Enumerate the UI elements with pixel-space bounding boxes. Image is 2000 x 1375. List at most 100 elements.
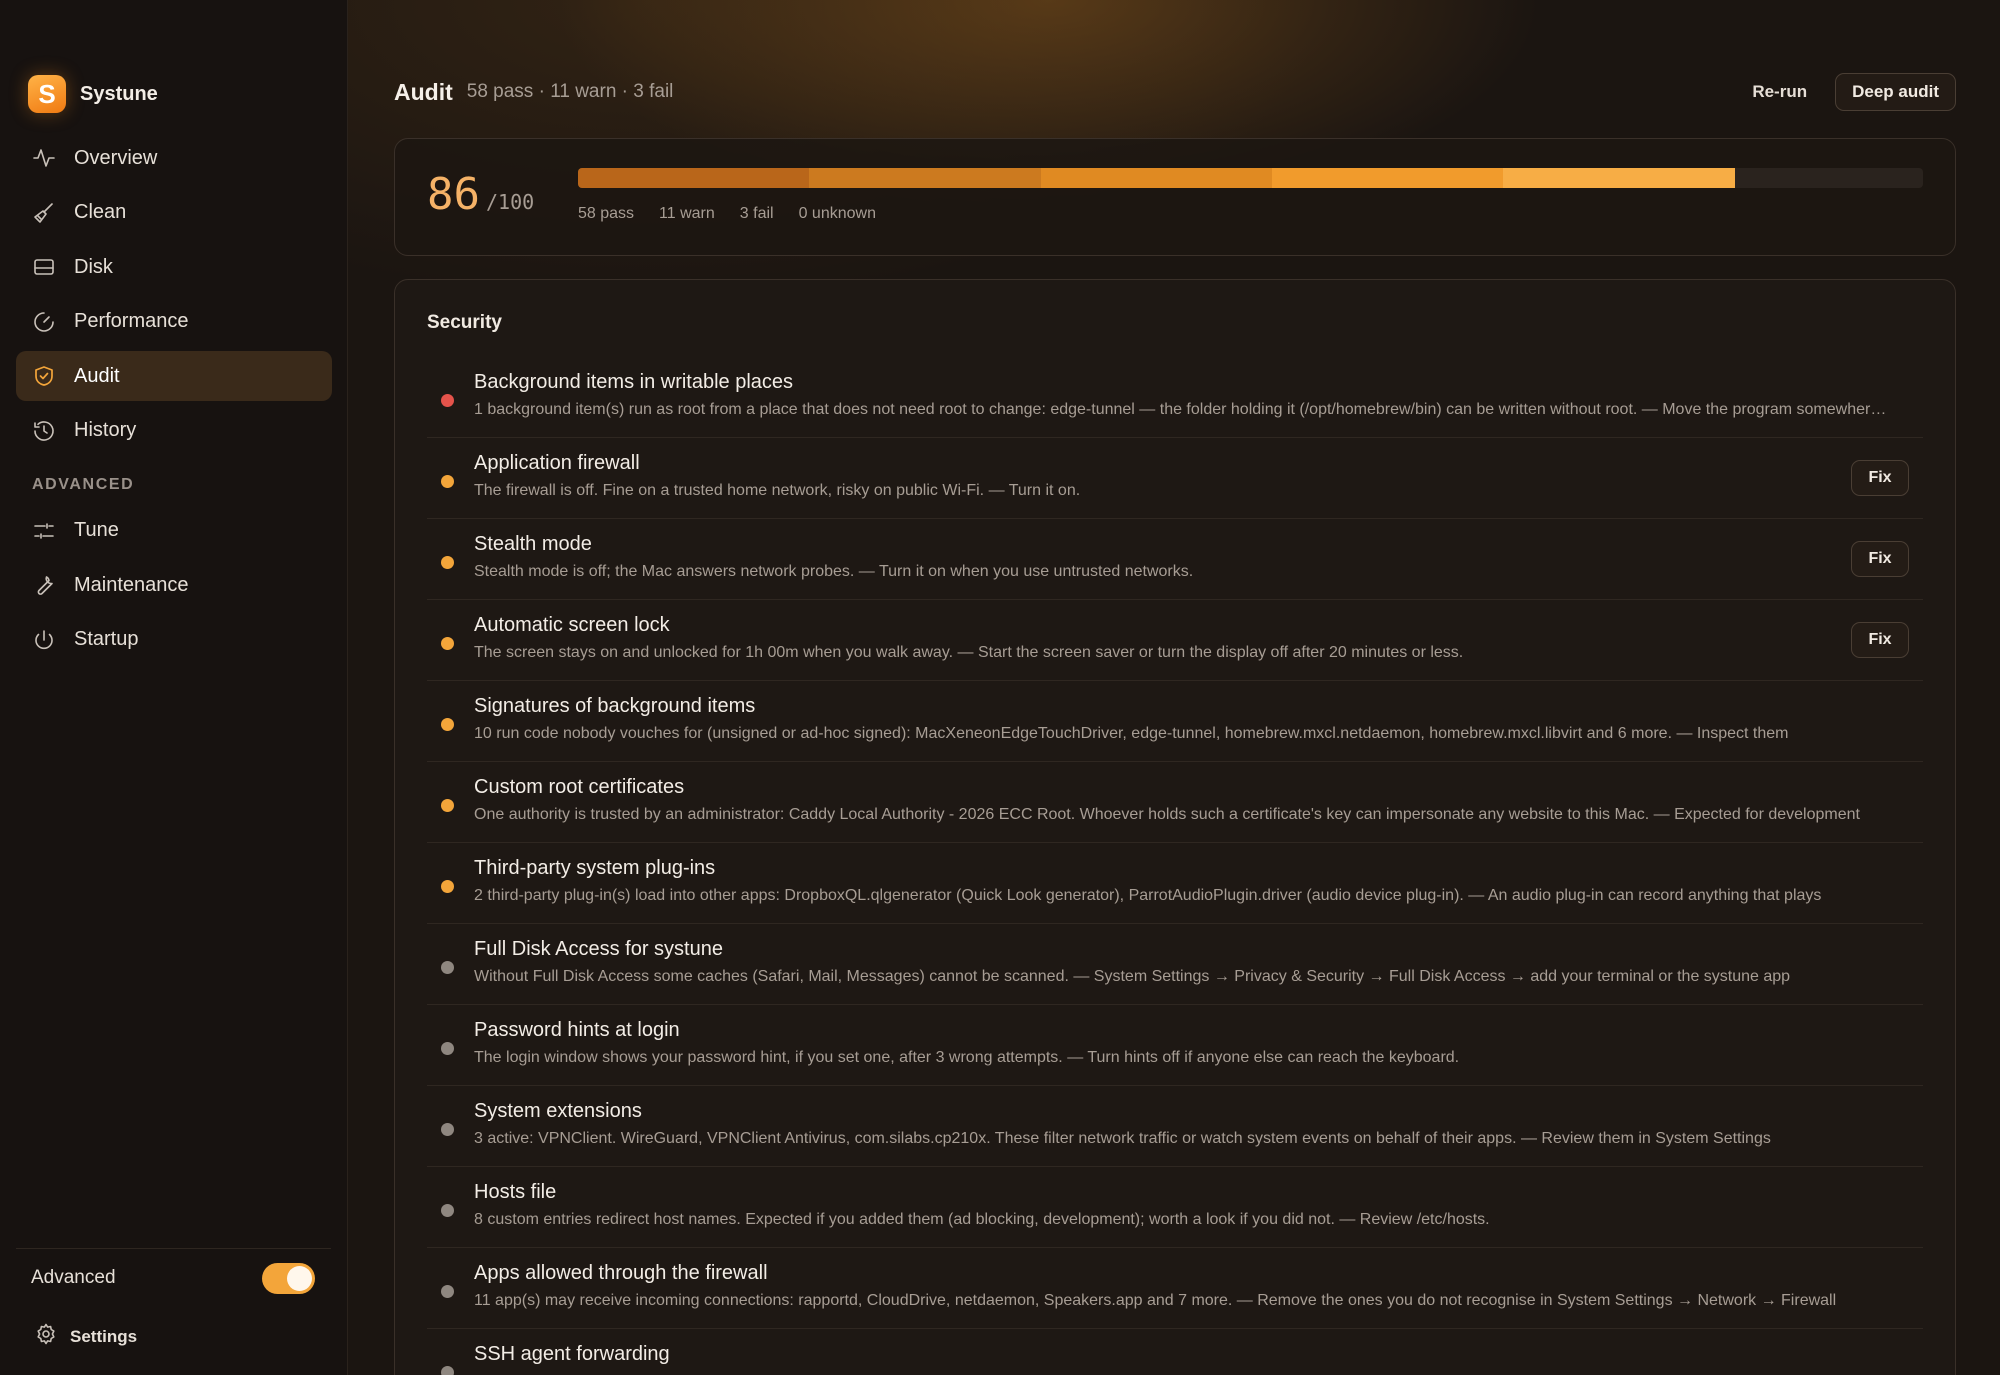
advanced-toggle-label: Advanced [31, 1267, 116, 1288]
audit-row-description: 11 app(s) may receive incoming connectio… [474, 1292, 1837, 1309]
audit-row[interactable]: Background items in writable places 1 bac… [427, 357, 1923, 438]
progress-segment [1271, 168, 1504, 188]
main-content: Audit 58 pass · 11 warn · 3 fail Re-run … [348, 0, 2000, 1375]
audit-row[interactable]: Signatures of background items 10 run cod… [427, 681, 1923, 762]
audit-row-description: One authority is trusted by an administr… [474, 806, 1860, 823]
audit-row-title: Custom root certificates [474, 776, 685, 798]
audit-row-title: Third-party system plug-ins [474, 857, 716, 879]
audit-row-title: Signatures of background items [474, 695, 756, 717]
sidebar-item-label: History [74, 419, 137, 441]
shield-icon [32, 364, 56, 388]
fix-button[interactable]: Fix [1851, 541, 1909, 577]
legend-pass: 58 pass [578, 205, 635, 222]
audit-row-title: System extensions [474, 1100, 642, 1122]
audit-row-title: Hosts file [474, 1181, 557, 1203]
fix-button[interactable]: Fix [1851, 622, 1909, 658]
toggle-knob [287, 1265, 312, 1291]
audit-row[interactable]: Automatic screen lock The screen stays on… [427, 600, 1923, 681]
deep-audit-button[interactable]: Deep audit [1835, 73, 1956, 111]
advanced-toggle-row: Advanced [31, 1262, 315, 1294]
audit-row[interactable]: System extensions 3 active: VPNClient. Wi… [427, 1086, 1923, 1167]
sidebar-item-tune[interactable]: Tune [16, 506, 332, 556]
audit-row-title: Full Disk Access for systune [474, 938, 723, 960]
audit-row-description: The screen stays on and unlocked for 1h … [474, 644, 1464, 661]
sidebar-divider [16, 1248, 331, 1249]
status-neutral-dot [441, 1042, 454, 1055]
status-fail-dot [441, 394, 454, 407]
audit-row[interactable]: Full Disk Access for systune Without Full… [427, 924, 1923, 1005]
status-neutral-dot [441, 961, 454, 974]
sidebar-item-performance[interactable]: Performance [16, 297, 332, 347]
audit-row-description: The login window shows your password hin… [474, 1049, 1460, 1066]
audit-row[interactable]: Custom root certificates One authority is… [427, 762, 1923, 843]
sidebar-item-disk[interactable]: Disk [16, 242, 332, 292]
sidebar-item-label: Maintenance [74, 573, 189, 596]
score-card: 86 /100 58 pass 11 warn 3 fail 0 unknown [394, 138, 1956, 256]
header-actions: Re-run Deep audit [1752, 73, 1956, 111]
page-title: Audit [394, 78, 453, 105]
audit-row-description: Stealth mode is off; the Mac answers net… [474, 563, 1194, 580]
sidebar-item-clean[interactable]: Clean [16, 188, 332, 238]
audit-row-description: 3 active: VPNClient. WireGuard, VPNClien… [474, 1130, 1771, 1147]
wrench-icon [32, 573, 56, 597]
audit-row-description: 8 custom entries redirect host names. Ex… [474, 1211, 1490, 1228]
audit-row[interactable]: Password hints at login The login window … [427, 1005, 1923, 1086]
fix-button[interactable]: Fix [1851, 460, 1909, 496]
sidebar-item-maintenance[interactable]: Maintenance [16, 560, 332, 610]
progress-segment [578, 168, 810, 188]
broom-icon [32, 201, 56, 225]
audit-row[interactable]: Third-party system plug-ins 2 third-party… [427, 843, 1923, 924]
app-name: Systune [80, 82, 158, 105]
status-warn-dot [441, 718, 454, 731]
audit-row-title: Password hints at login [474, 1019, 680, 1041]
score: 86 /100 [427, 169, 534, 220]
security-section: Security Background items in writable pl… [394, 279, 1956, 1375]
audit-row-title: SSH agent forwarding [474, 1343, 670, 1365]
audit-row-description: Without Full Disk Access some caches (Sa… [474, 968, 1791, 985]
audit-summary: 58 pass · 11 warn · 3 fail [466, 81, 674, 102]
rerun-button[interactable]: Re-run [1752, 82, 1807, 102]
legend-fail: 3 fail [739, 205, 774, 222]
sidebar-item-startup[interactable]: Startup [16, 615, 332, 665]
audit-row[interactable]: Application firewall The firewall is off.… [427, 438, 1923, 519]
sidebar-item-history[interactable]: History [16, 406, 332, 456]
audit-row-title: Background items in writable places [474, 371, 794, 393]
advanced-toggle[interactable] [262, 1262, 315, 1294]
sidebar-nav: Overview Clean Disk Performance Audit Hi… [16, 133, 332, 669]
sidebar-item-label: Performance [74, 310, 189, 332]
settings-label: Settings [70, 1326, 138, 1346]
status-warn-dot [441, 637, 454, 650]
status-warn-dot [441, 475, 454, 488]
audit-row[interactable]: Hosts file 8 custom entries redirect host… [427, 1167, 1923, 1248]
score-value: 86 [427, 169, 480, 220]
sidebar-item-label: Disk [74, 255, 113, 278]
sidebar-item-audit[interactable]: Audit [16, 351, 332, 401]
sliders-icon [32, 519, 56, 543]
audit-row-description: 10 run code nobody vouches for (unsigned… [474, 725, 1789, 742]
audit-row[interactable]: SSH agent forwarding [427, 1329, 1923, 1375]
audit-row[interactable]: Stealth mode Stealth mode is off; the Mac… [427, 519, 1923, 600]
sidebar-item-overview[interactable]: Overview [16, 133, 332, 183]
gear-icon [34, 1322, 58, 1351]
audit-list: Background items in writable places 1 bac… [427, 357, 1923, 1375]
progress-segment [809, 168, 1041, 188]
page-header: Audit 58 pass · 11 warn · 3 fail Re-run … [394, 72, 1956, 112]
audit-row[interactable]: Apps allowed through the firewall 11 app(… [427, 1248, 1923, 1329]
disk-icon [32, 255, 56, 279]
activity-icon [32, 146, 56, 170]
settings-button[interactable]: Settings [34, 1322, 137, 1351]
history-icon [32, 419, 56, 443]
advanced-section-heading: ADVANCED [32, 475, 135, 493]
legend-unknown: 0 unknown [798, 205, 876, 222]
sidebar-item-label: Overview [74, 146, 158, 169]
gauge-icon [32, 310, 56, 334]
power-icon [32, 628, 56, 652]
status-neutral-dot [441, 1204, 454, 1217]
status-warn-dot [441, 556, 454, 569]
audit-row-description: 1 background item(s) run as root from a … [474, 401, 1895, 418]
sidebar: S Systune Overview Clean Disk Performanc… [0, 0, 348, 1375]
audit-row-description: The firewall is off. Fine on a trusted h… [474, 482, 1081, 499]
audit-row-title: Automatic screen lock [474, 614, 670, 636]
app-logo: S [28, 75, 66, 113]
audit-row-title: Application firewall [474, 452, 640, 474]
